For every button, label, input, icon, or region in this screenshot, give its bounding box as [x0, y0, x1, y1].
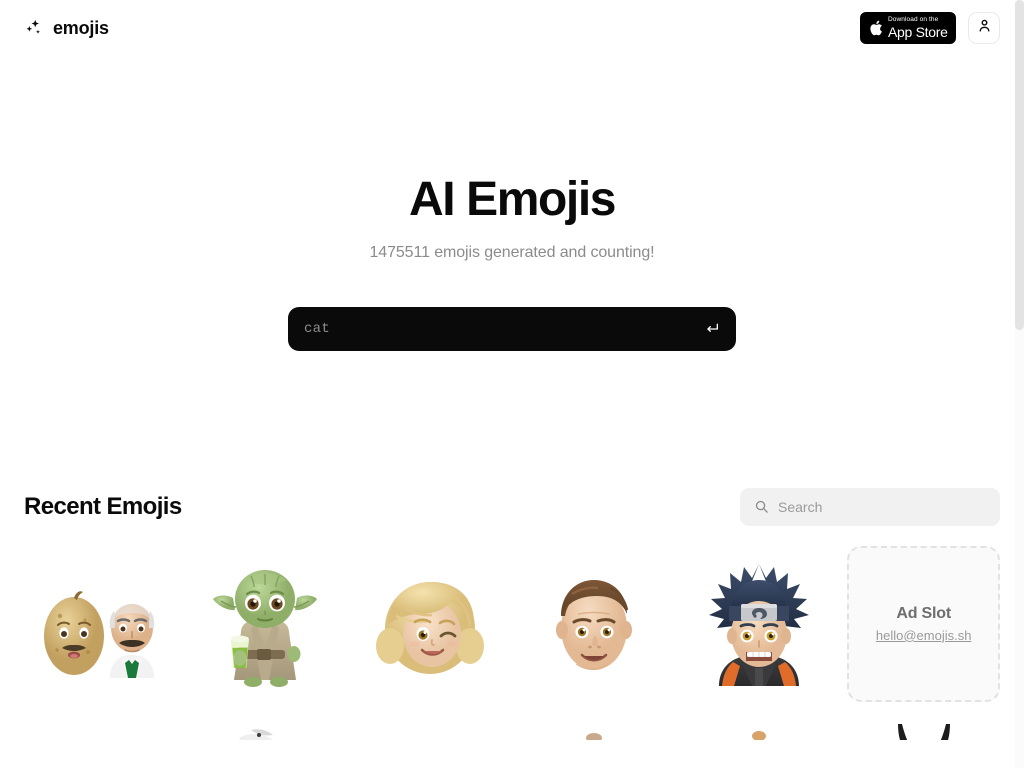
yoda-with-green-drink-emoji	[212, 569, 317, 687]
ad-slot-contact-link[interactable]: hello@emojis.sh	[876, 628, 972, 643]
page-title: AI Emojis	[408, 173, 617, 226]
user-icon	[976, 17, 993, 39]
partial-emoji-4	[586, 732, 603, 740]
partial-horned-emoji	[897, 723, 950, 740]
search-input[interactable]	[778, 498, 986, 515]
emoji-card[interactable]	[518, 714, 671, 740]
blonde-winking-woman-emoji	[375, 581, 484, 674]
partial-emoji-5	[751, 730, 766, 740]
emoji-card[interactable]	[353, 714, 506, 740]
hero-section: AI Emojis 1475511 emojis generated and c…	[0, 56, 1024, 351]
emoji-grid: Ad Slot hello@emojis.sh	[24, 545, 1000, 702]
emoji-card[interactable]	[24, 714, 177, 740]
account-button[interactable]	[968, 12, 1000, 44]
app-store-label-group: Download on the App Store	[888, 16, 948, 40]
emoji-card[interactable]	[188, 545, 342, 702]
emoji-card[interactable]	[353, 545, 506, 702]
emoji-grid-row-2	[24, 714, 1000, 740]
search-container[interactable]	[740, 487, 1000, 526]
page-scrollbar-track[interactable]	[1015, 0, 1024, 768]
recent-emojis-section: Recent Emojis Search Ad Slot hello@emoji…	[0, 487, 1024, 740]
header-actions: Download on the App Store	[860, 12, 1000, 44]
ad-slot-title: Ad Slot	[896, 604, 951, 622]
emoji-card[interactable]	[189, 714, 342, 740]
potato-face-and-bald-man-emoji	[44, 591, 155, 678]
recent-emojis-title: Recent Emojis	[24, 492, 182, 520]
emoji-card[interactable]	[847, 714, 1000, 740]
generation-counter: 1475511 emojis generated and counting!	[369, 243, 655, 261]
prompt-input-container[interactable]	[288, 306, 736, 351]
sparkles-icon	[24, 18, 44, 38]
app-header: emojis Download on the App Store	[0, 0, 1024, 56]
search-icon	[754, 499, 769, 514]
partial-emoji-3	[360, 714, 500, 740]
partial-white-bird-emoji	[238, 729, 273, 740]
emoji-card[interactable]	[683, 714, 836, 740]
recent-emojis-header: Recent Emojis	[24, 487, 1000, 527]
emoji-card[interactable]	[24, 545, 177, 702]
ninja-headband-boy-emoji	[708, 563, 809, 686]
app-store-small-label: Download on the	[888, 16, 939, 23]
app-store-big-label: App Store	[888, 24, 948, 40]
brand-logo[interactable]: emojis	[24, 18, 109, 39]
enter-return-icon[interactable]	[704, 321, 720, 337]
prompt-input[interactable]	[304, 320, 704, 337]
emoji-card[interactable]	[518, 545, 671, 702]
partial-emoji-1	[30, 714, 170, 740]
emoji-card[interactable]	[682, 545, 836, 702]
smiling-man-face-emoji	[556, 579, 633, 670]
brand-name: emojis	[53, 17, 109, 38]
download-app-store-button[interactable]: Download on the App Store	[860, 12, 956, 44]
apple-logo-icon	[868, 19, 883, 37]
page-scrollbar-thumb[interactable]	[1015, 0, 1024, 330]
ad-slot: Ad Slot hello@emojis.sh	[847, 545, 1000, 702]
